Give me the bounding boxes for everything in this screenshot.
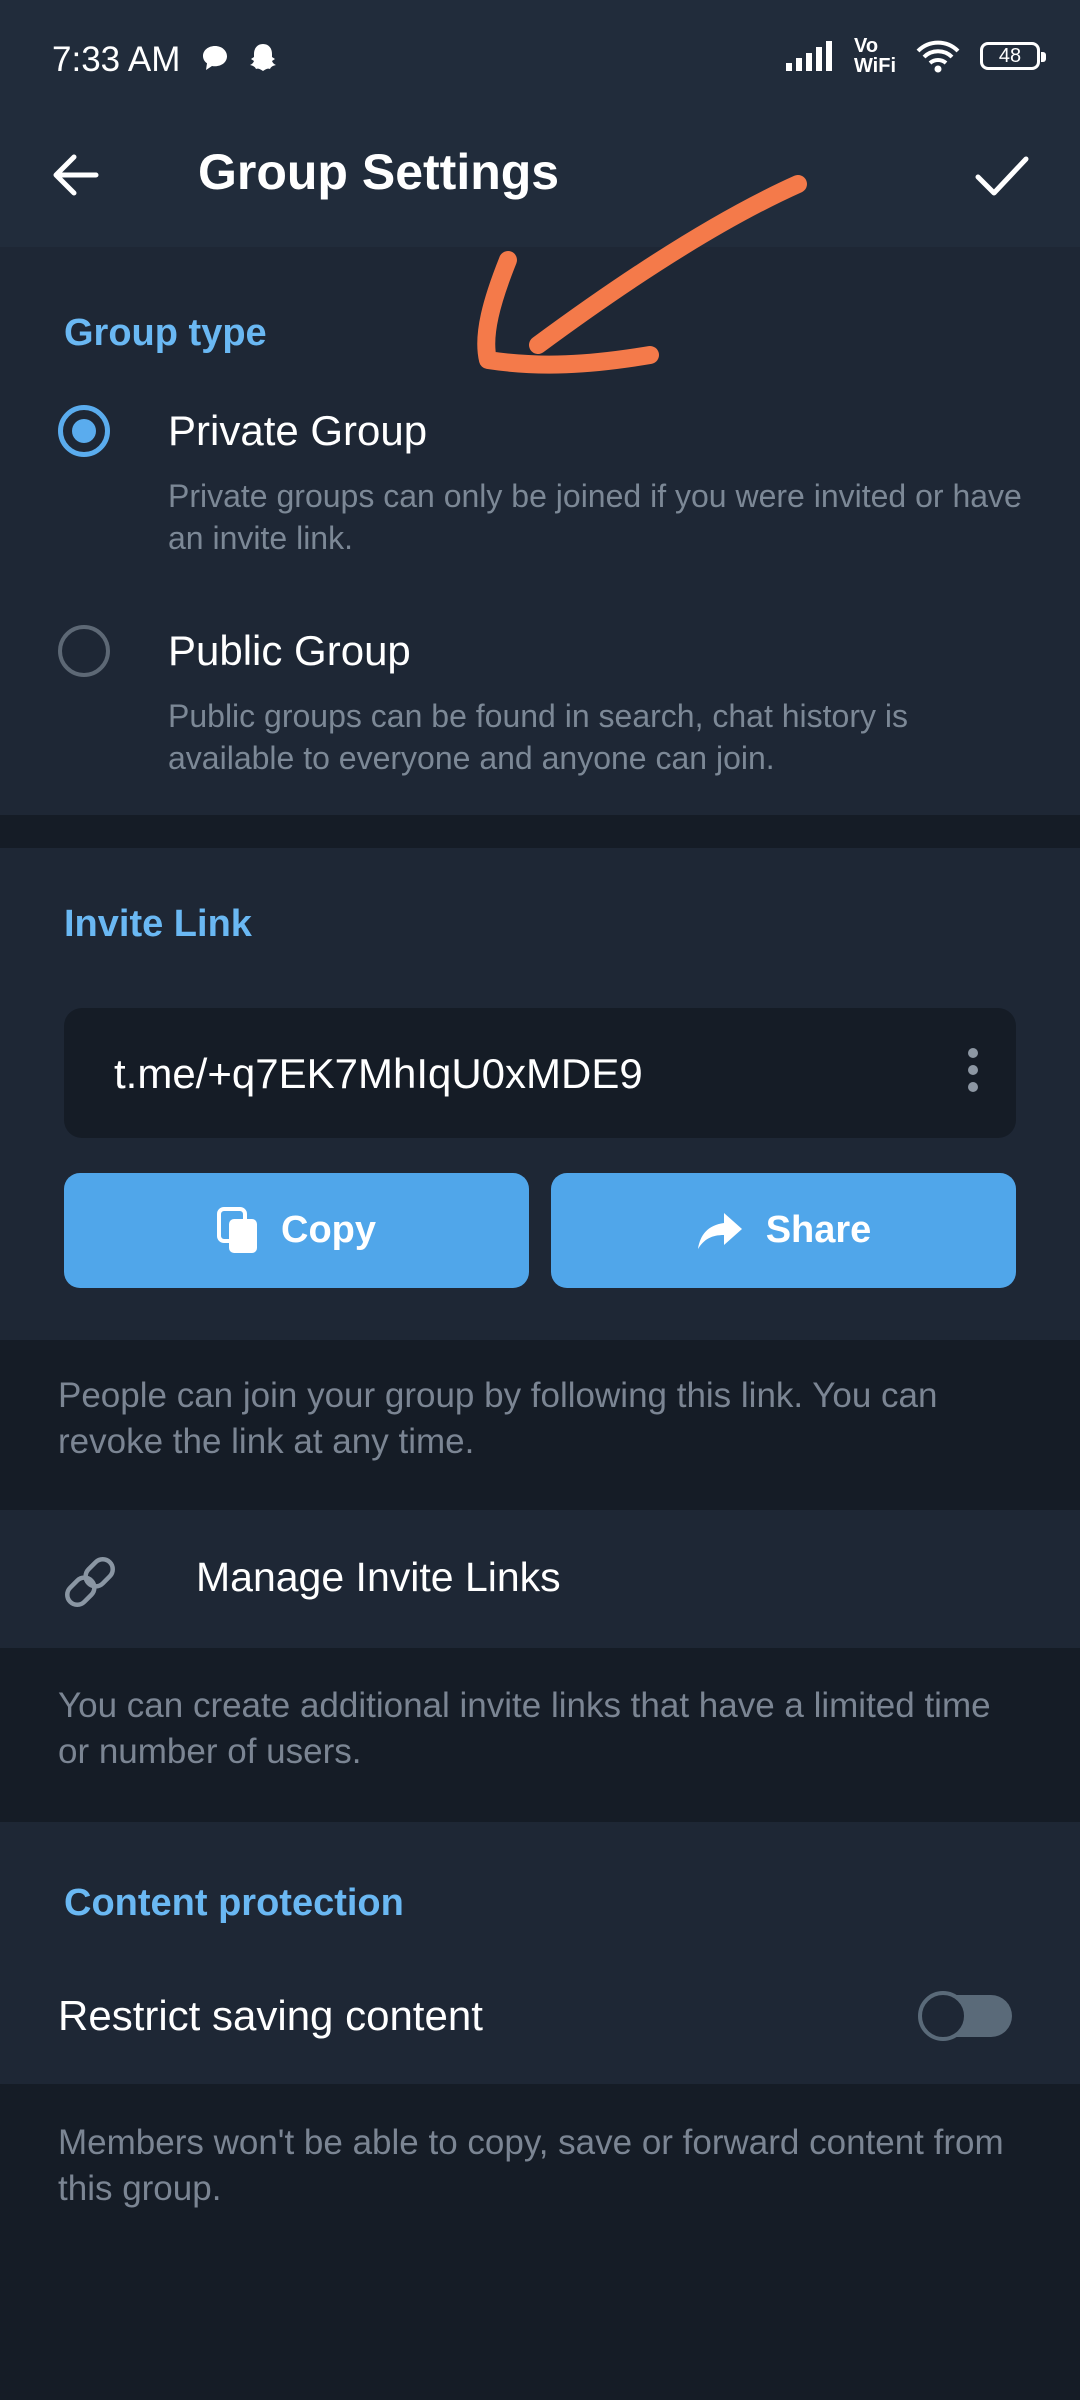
manage-links-info: You can create additional invite links t… xyxy=(58,1686,991,1771)
manage-invite-links-label: Manage Invite Links xyxy=(196,1554,561,1600)
content-protection-info: Members won't be able to copy, save or f… xyxy=(58,2123,1004,2208)
status-bar: 7:33 AM Vo WiFi 48 xyxy=(0,0,1080,125)
vowifi-bottom: WiFi xyxy=(853,55,896,77)
restrict-saving-toggle[interactable] xyxy=(918,1991,1012,2041)
content-protection-header: Content protection xyxy=(64,1882,404,1924)
wifi-icon xyxy=(916,40,960,73)
public-group-description: Public groups can be found in search, ch… xyxy=(168,698,908,776)
copy-button[interactable]: Copy xyxy=(64,1173,529,1288)
more-options-icon[interactable] xyxy=(966,1048,980,1098)
private-group-radio[interactable] xyxy=(58,405,110,457)
invite-link-info: People can join your group by following … xyxy=(58,1376,938,1461)
checkmark-icon[interactable] xyxy=(972,147,1032,203)
battery-indicator: 48 xyxy=(980,42,1046,70)
signal-icon xyxy=(785,41,832,71)
public-group-radio[interactable] xyxy=(58,625,110,677)
invite-link-field[interactable]: t.me/+q7EK7MhIqU0xMDE9 xyxy=(64,1008,1016,1138)
restrict-saving-label: Restrict saving content xyxy=(58,1992,483,2039)
chat-bubble-icon xyxy=(203,46,227,70)
toggle-knob xyxy=(918,1991,968,2041)
private-group-description: Private groups can only be joined if you… xyxy=(168,478,1022,556)
public-group-title: Public Group xyxy=(168,627,411,674)
back-arrow-icon[interactable] xyxy=(48,147,104,203)
manage-invite-links-row[interactable]: Manage Invite Links xyxy=(0,1510,1080,1648)
group-type-header: Group type xyxy=(64,312,267,354)
copy-icon xyxy=(217,1206,257,1253)
link-icon xyxy=(65,1557,115,1607)
vowifi-top: Vo xyxy=(853,35,879,57)
share-button[interactable]: Share xyxy=(551,1173,1016,1288)
copy-label: Copy xyxy=(281,1209,376,1251)
ghost-icon xyxy=(250,44,276,71)
notification-icons xyxy=(200,42,278,74)
content-protection-section: Content protection Restrict saving conte… xyxy=(0,1822,1080,2084)
invite-link-header: Invite Link xyxy=(64,903,252,945)
vowifi-indicator: Vo WiFi xyxy=(854,36,896,76)
share-label: Share xyxy=(765,1209,872,1251)
status-time: 7:33 AM xyxy=(52,40,181,79)
status-right-icons: Vo WiFi 48 xyxy=(785,36,1046,76)
share-arrow-icon xyxy=(697,1212,742,1249)
private-group-title: Private Group xyxy=(168,407,428,454)
annotation-arrow-icon xyxy=(477,175,807,374)
invite-link-text[interactable]: t.me/+q7EK7MhIqU0xMDE9 xyxy=(114,1050,643,1098)
